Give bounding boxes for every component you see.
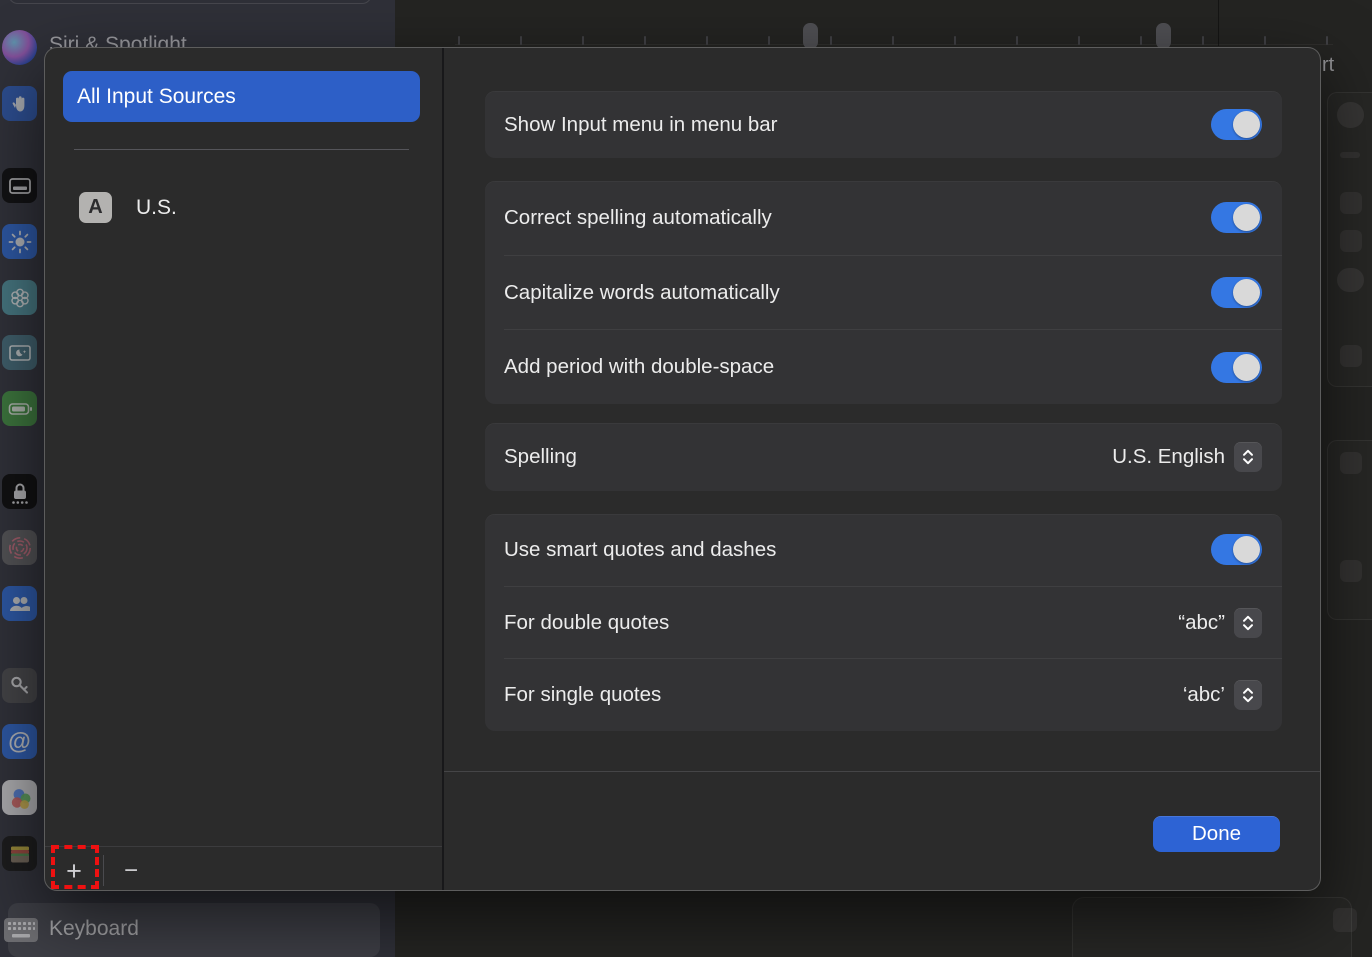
- settings-row: Use smart quotes and dashes: [485, 514, 1282, 586]
- row-label: For single quotes: [504, 683, 661, 707]
- row-label: Use smart quotes and dashes: [504, 538, 776, 562]
- row-label: Show Input menu in menu bar: [504, 113, 778, 137]
- row-label: Correct spelling automatically: [504, 206, 772, 230]
- footer-button-separator: [103, 855, 104, 886]
- input-source-badge: A: [79, 192, 112, 223]
- spelling-select[interactable]: [1234, 442, 1262, 472]
- double-quotes-value: “abc”: [1178, 611, 1225, 635]
- toggle-knob: [1233, 279, 1260, 306]
- row-label: Spelling: [504, 445, 577, 469]
- correct-spelling-toggle[interactable]: [1211, 202, 1262, 233]
- settings-row: Correct spelling automatically: [485, 181, 1282, 255]
- screen: Siri & Spotlight: [0, 0, 1372, 957]
- chevron-up-down-icon: [1241, 686, 1255, 704]
- settings-group: Show Input menu in menu bar: [485, 91, 1282, 158]
- show-input-menu-toggle[interactable]: [1211, 109, 1262, 140]
- left-footer-divider: [45, 846, 442, 847]
- add-period-toggle[interactable]: [1211, 352, 1262, 383]
- settings-row: Spelling U.S. English: [485, 423, 1282, 491]
- sheet-footer-divider: [444, 771, 1321, 772]
- spelling-value: U.S. English: [1112, 445, 1225, 469]
- single-quotes-value: ‘abc’: [1183, 683, 1225, 707]
- settings-row: Add period with double-space: [485, 330, 1282, 404]
- settings-group: Use smart quotes and dashes For double q…: [485, 514, 1282, 731]
- done-button[interactable]: Done: [1153, 816, 1280, 852]
- toggle-knob: [1233, 536, 1260, 563]
- double-quotes-select[interactable]: [1234, 608, 1262, 638]
- settings-group: Correct spelling automatically Capitaliz…: [485, 181, 1282, 404]
- all-input-sources-label: All Input Sources: [77, 85, 236, 109]
- settings-row: For double quotes “abc”: [485, 587, 1282, 659]
- toggle-knob: [1233, 111, 1260, 138]
- capitalize-words-toggle[interactable]: [1211, 277, 1262, 308]
- input-source-label: U.S.: [136, 192, 177, 223]
- input-sources-sheet: All Input Sources A U.S. + − Show Input …: [44, 47, 1321, 891]
- settings-row: Capitalize words automatically: [485, 256, 1282, 330]
- chevron-up-down-icon: [1241, 614, 1255, 632]
- row-label: For double quotes: [504, 611, 669, 635]
- left-panel-divider: [74, 149, 409, 150]
- all-input-sources-selector[interactable]: All Input Sources: [63, 71, 420, 122]
- chevron-up-down-icon: [1241, 448, 1255, 466]
- settings-group: Spelling U.S. English: [485, 423, 1282, 491]
- row-label: Add period with double-space: [504, 355, 774, 379]
- annotation-red-dashed-box: [51, 845, 99, 889]
- settings-row: For single quotes ‘abc’: [485, 659, 1282, 731]
- settings-row: Show Input menu in menu bar: [485, 91, 1282, 158]
- toggle-knob: [1233, 354, 1260, 381]
- toggle-knob: [1233, 204, 1260, 231]
- smart-quotes-toggle[interactable]: [1211, 534, 1262, 565]
- remove-input-source-button[interactable]: −: [113, 853, 149, 889]
- row-label: Capitalize words automatically: [504, 281, 780, 305]
- single-quotes-select[interactable]: [1234, 680, 1262, 710]
- panel-divider: [442, 48, 444, 890]
- input-source-row-us[interactable]: A U.S.: [63, 189, 423, 227]
